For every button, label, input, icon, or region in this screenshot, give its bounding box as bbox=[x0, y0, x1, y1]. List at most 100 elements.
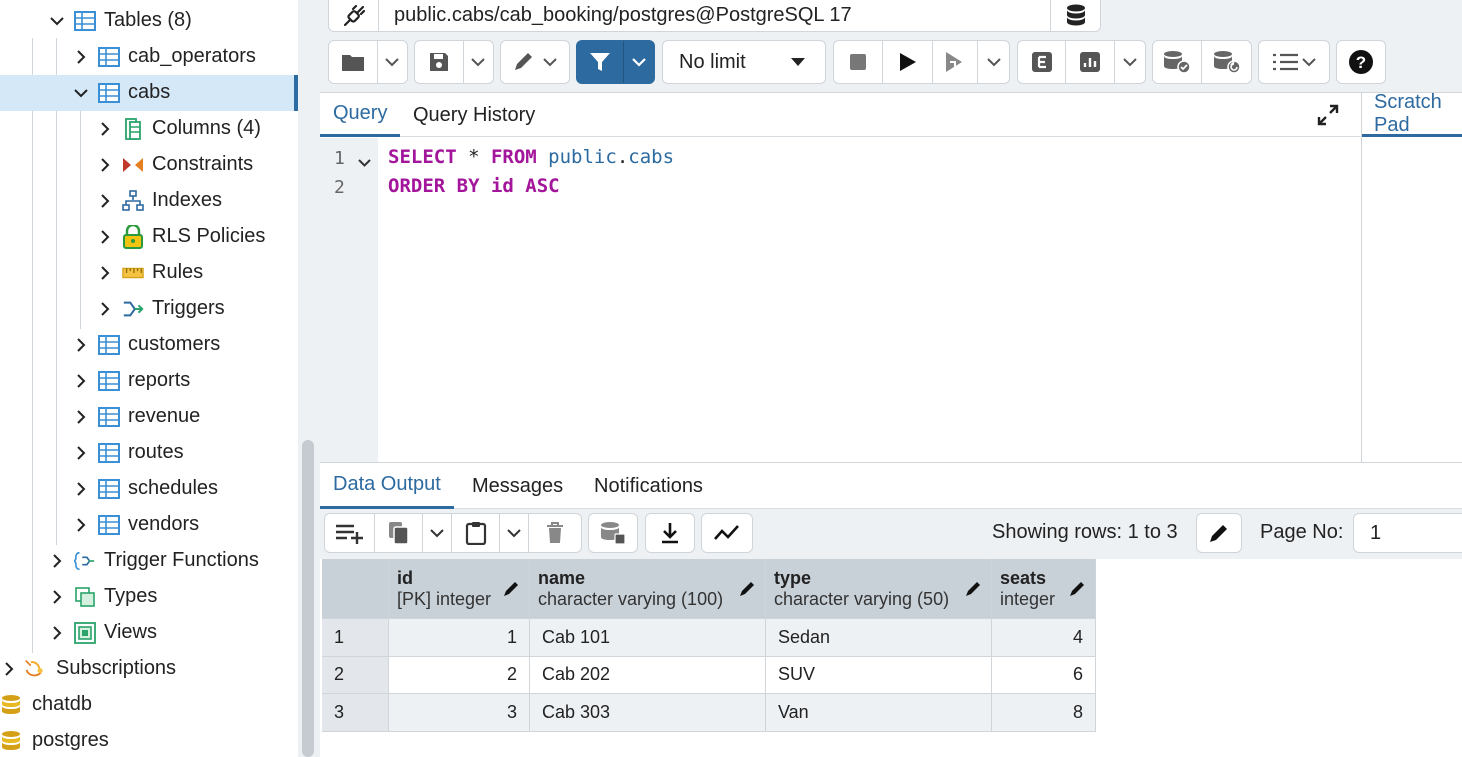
tree-item-cab-operators[interactable]: cab_operators bbox=[0, 39, 298, 75]
save-icon[interactable] bbox=[415, 41, 464, 83]
tree-item-revenue[interactable]: revenue bbox=[0, 399, 298, 435]
chevron-right-icon[interactable] bbox=[72, 372, 90, 390]
row-limit-select[interactable]: No limit bbox=[662, 40, 826, 84]
tab-query[interactable]: Query bbox=[320, 93, 401, 137]
tree-item-chatdb[interactable]: chatdb bbox=[0, 687, 298, 723]
chevron-right-icon[interactable] bbox=[96, 192, 114, 210]
folder-icon[interactable] bbox=[329, 41, 378, 83]
tree-item-cabs[interactable]: cabs bbox=[0, 75, 298, 111]
tree-scrollbar[interactable] bbox=[298, 0, 320, 757]
tree-item-rules[interactable]: Rules bbox=[0, 255, 298, 291]
chevron-down-icon[interactable] bbox=[978, 41, 1009, 83]
chevron-right-icon[interactable] bbox=[48, 588, 66, 606]
execute-play-icon[interactable] bbox=[883, 41, 933, 83]
tree-item-tables[interactable]: Tables (8) bbox=[0, 3, 298, 39]
sql-line[interactable]: SELECT * FROM public.cabs bbox=[388, 146, 674, 168]
column-header-id[interactable]: id [PK] integer bbox=[389, 559, 530, 619]
chevron-down-icon[interactable] bbox=[1115, 41, 1146, 83]
tree-item-indexes[interactable]: Indexes bbox=[0, 183, 298, 219]
tree-scrollbar-thumb[interactable] bbox=[302, 440, 314, 757]
copy-icon[interactable] bbox=[375, 514, 423, 552]
table-cell[interactable]: Sedan bbox=[766, 619, 992, 657]
chevron-right-icon[interactable] bbox=[72, 48, 90, 66]
chevron-right-icon[interactable] bbox=[72, 444, 90, 462]
tree-item-types[interactable]: Types bbox=[0, 579, 298, 615]
stop-icon[interactable] bbox=[834, 41, 884, 83]
database-icon[interactable] bbox=[1050, 0, 1100, 32]
tree-item-subscriptions[interactable]: Subscriptions bbox=[0, 651, 298, 687]
chevron-right-icon[interactable] bbox=[72, 516, 90, 534]
table-cell[interactable]: Cab 101 bbox=[530, 619, 766, 657]
filter-icon[interactable] bbox=[577, 41, 624, 83]
tree-item-routes[interactable]: routes bbox=[0, 435, 298, 471]
chevron-down-icon[interactable] bbox=[48, 12, 66, 30]
pencil-icon[interactable] bbox=[501, 41, 569, 83]
tree-item-schedules[interactable]: schedules bbox=[0, 471, 298, 507]
chevron-down-icon[interactable] bbox=[464, 41, 493, 83]
chevron-down-icon[interactable] bbox=[624, 41, 654, 83]
tree-item-rls-policies[interactable]: RLS Policies bbox=[0, 219, 298, 255]
pencil-icon[interactable] bbox=[739, 579, 757, 602]
save-data-icon[interactable] bbox=[589, 514, 637, 552]
chevron-right-icon[interactable] bbox=[72, 408, 90, 426]
row-number[interactable]: 3 bbox=[322, 694, 389, 732]
pencil-icon[interactable] bbox=[965, 579, 983, 602]
tree-item-postgres[interactable]: postgres bbox=[0, 723, 298, 757]
connection-bar[interactable]: public.cabs/cab_booking/postgres@Postgre… bbox=[328, 0, 1101, 32]
page-number-input[interactable]: 1 bbox=[1353, 513, 1462, 553]
chevron-right-icon[interactable] bbox=[72, 480, 90, 498]
column-header-type[interactable]: type character varying (50) bbox=[766, 559, 992, 619]
column-header-seats[interactable]: seats integer bbox=[992, 559, 1096, 619]
fold-chevron-icon[interactable] bbox=[358, 155, 371, 173]
chevron-down-icon[interactable] bbox=[378, 41, 407, 83]
table-cell[interactable]: 2 bbox=[389, 656, 530, 694]
explain-analyze-icon[interactable] bbox=[1066, 41, 1115, 83]
row-number[interactable]: 1 bbox=[322, 619, 389, 657]
column-header-name[interactable]: name character varying (100) bbox=[530, 559, 766, 619]
explain-e-icon[interactable] bbox=[1018, 41, 1067, 83]
commit-icon[interactable] bbox=[1153, 41, 1203, 83]
table-cell[interactable]: 8 bbox=[992, 694, 1096, 732]
rollback-icon[interactable] bbox=[1202, 41, 1251, 83]
chevron-down-icon[interactable] bbox=[423, 514, 452, 552]
chevron-right-icon[interactable] bbox=[96, 300, 114, 318]
execute-explain-icon[interactable] bbox=[933, 41, 979, 83]
tree-item-columns[interactable]: Columns (4) bbox=[0, 111, 298, 147]
table-cell[interactable]: 3 bbox=[389, 694, 530, 732]
table-cell[interactable]: 1 bbox=[389, 619, 530, 657]
tree-item-constraints[interactable]: Constraints bbox=[0, 147, 298, 183]
table-cell[interactable]: Cab 202 bbox=[530, 656, 766, 694]
tree-item-reports[interactable]: reports bbox=[0, 363, 298, 399]
sql-line[interactable]: ORDER BY id ASC bbox=[388, 175, 560, 197]
tree-item-triggers[interactable]: Triggers bbox=[0, 291, 298, 327]
row-number[interactable]: 2 bbox=[322, 656, 389, 694]
tab-data-output[interactable]: Data Output bbox=[320, 463, 454, 509]
pencil-icon[interactable] bbox=[1069, 579, 1087, 602]
macros-list-icon[interactable] bbox=[1259, 41, 1329, 83]
chevron-right-icon[interactable] bbox=[96, 228, 114, 246]
tab-scratch-pad[interactable]: Scratch Pad bbox=[1362, 91, 1462, 137]
tree-item-customers[interactable]: customers bbox=[0, 327, 298, 363]
paste-icon[interactable] bbox=[452, 514, 500, 552]
delete-icon[interactable] bbox=[529, 514, 581, 552]
chevron-right-icon[interactable] bbox=[96, 120, 114, 138]
chevron-right-icon[interactable] bbox=[48, 624, 66, 642]
tab-notifications[interactable]: Notifications bbox=[581, 463, 716, 509]
tree-item-views[interactable]: Views bbox=[0, 615, 298, 651]
plug-icon[interactable] bbox=[329, 0, 379, 32]
chevron-right-icon[interactable] bbox=[96, 264, 114, 282]
expand-icon[interactable] bbox=[1314, 101, 1342, 129]
add-row-icon[interactable] bbox=[325, 514, 375, 552]
chevron-right-icon[interactable] bbox=[48, 552, 66, 570]
pencil-icon[interactable] bbox=[1196, 513, 1242, 553]
chevron-right-icon[interactable] bbox=[96, 156, 114, 174]
tab-query-history[interactable]: Query History bbox=[400, 93, 548, 137]
tree-item-trigger-functions[interactable]: Trigger Functions bbox=[0, 543, 298, 579]
pencil-icon[interactable] bbox=[503, 579, 521, 602]
tab-messages[interactable]: Messages bbox=[459, 463, 576, 509]
download-icon[interactable] bbox=[646, 514, 694, 552]
table-cell[interactable]: 6 bbox=[992, 656, 1096, 694]
help-icon[interactable]: ? bbox=[1337, 41, 1385, 83]
chevron-down-icon[interactable] bbox=[500, 514, 529, 552]
table-cell[interactable]: Van bbox=[766, 694, 992, 732]
